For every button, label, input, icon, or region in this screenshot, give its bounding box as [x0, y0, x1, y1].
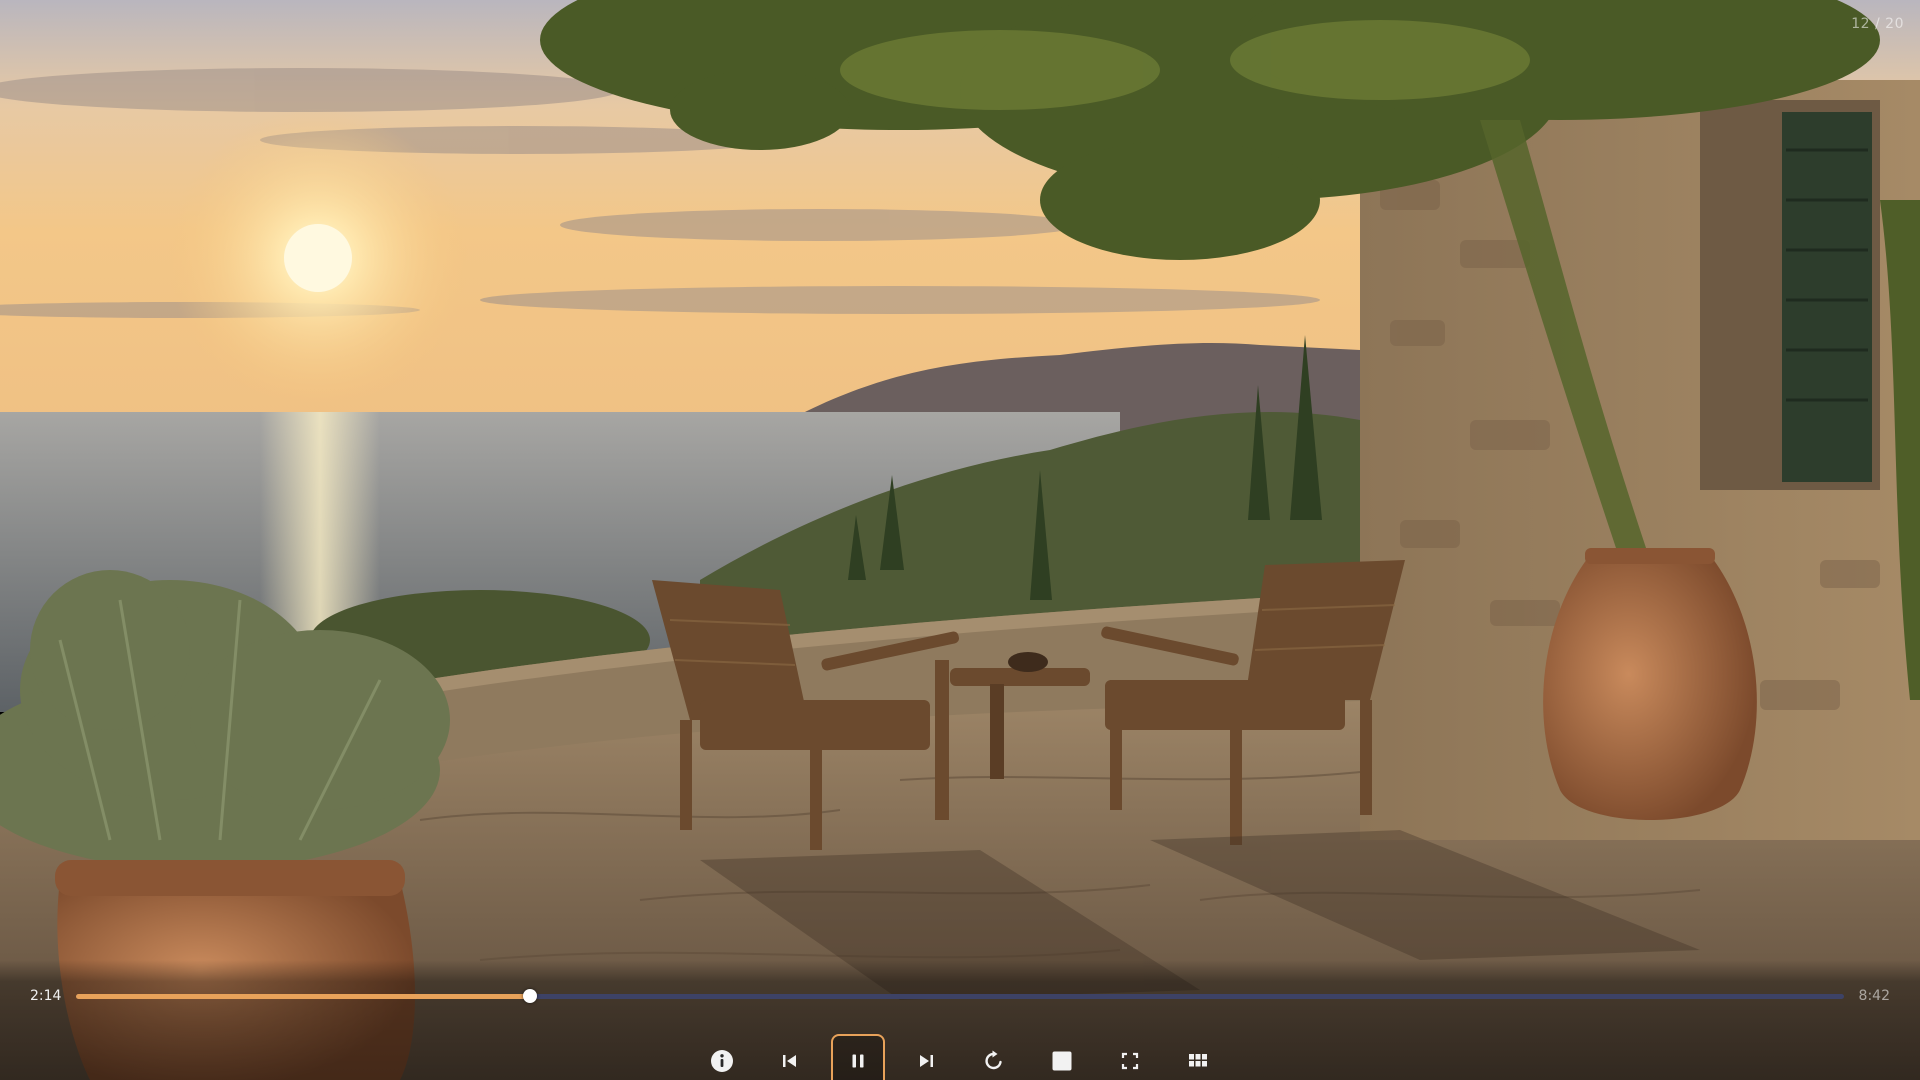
pause-icon: [848, 1051, 868, 1071]
stop-icon: [1051, 1050, 1073, 1072]
progress-handle[interactable]: [522, 989, 537, 1003]
grid-view-button[interactable]: [1171, 1034, 1225, 1080]
fullscreen-icon: [1120, 1051, 1140, 1071]
total-time: 8:42: [1858, 988, 1890, 1004]
info-icon: [710, 1049, 734, 1073]
control-buttons: [695, 1034, 1225, 1080]
next-button[interactable]: [899, 1034, 953, 1080]
playback-controls: 2:14 8:42: [0, 960, 1920, 1080]
pause-button[interactable]: [831, 1034, 885, 1080]
grid-icon: [1188, 1051, 1208, 1071]
slide-counter: 12 / 20: [1851, 16, 1904, 32]
info-button[interactable]: [695, 1034, 749, 1080]
progress-fill: [76, 994, 530, 999]
next-icon: [916, 1051, 936, 1071]
progress-bar[interactable]: [76, 989, 1844, 1003]
fullscreen-button[interactable]: [1103, 1034, 1157, 1080]
slideshow-photo: [0, 0, 1920, 1080]
stop-button[interactable]: [1035, 1034, 1089, 1080]
previous-icon: [780, 1051, 800, 1071]
previous-button[interactable]: [763, 1034, 817, 1080]
rotate-icon: [982, 1049, 1006, 1073]
current-time: 2:14: [30, 988, 62, 1004]
image-viewer: 12 / 20 2:14 8:42: [0, 0, 1920, 1080]
rotate-button[interactable]: [967, 1034, 1021, 1080]
